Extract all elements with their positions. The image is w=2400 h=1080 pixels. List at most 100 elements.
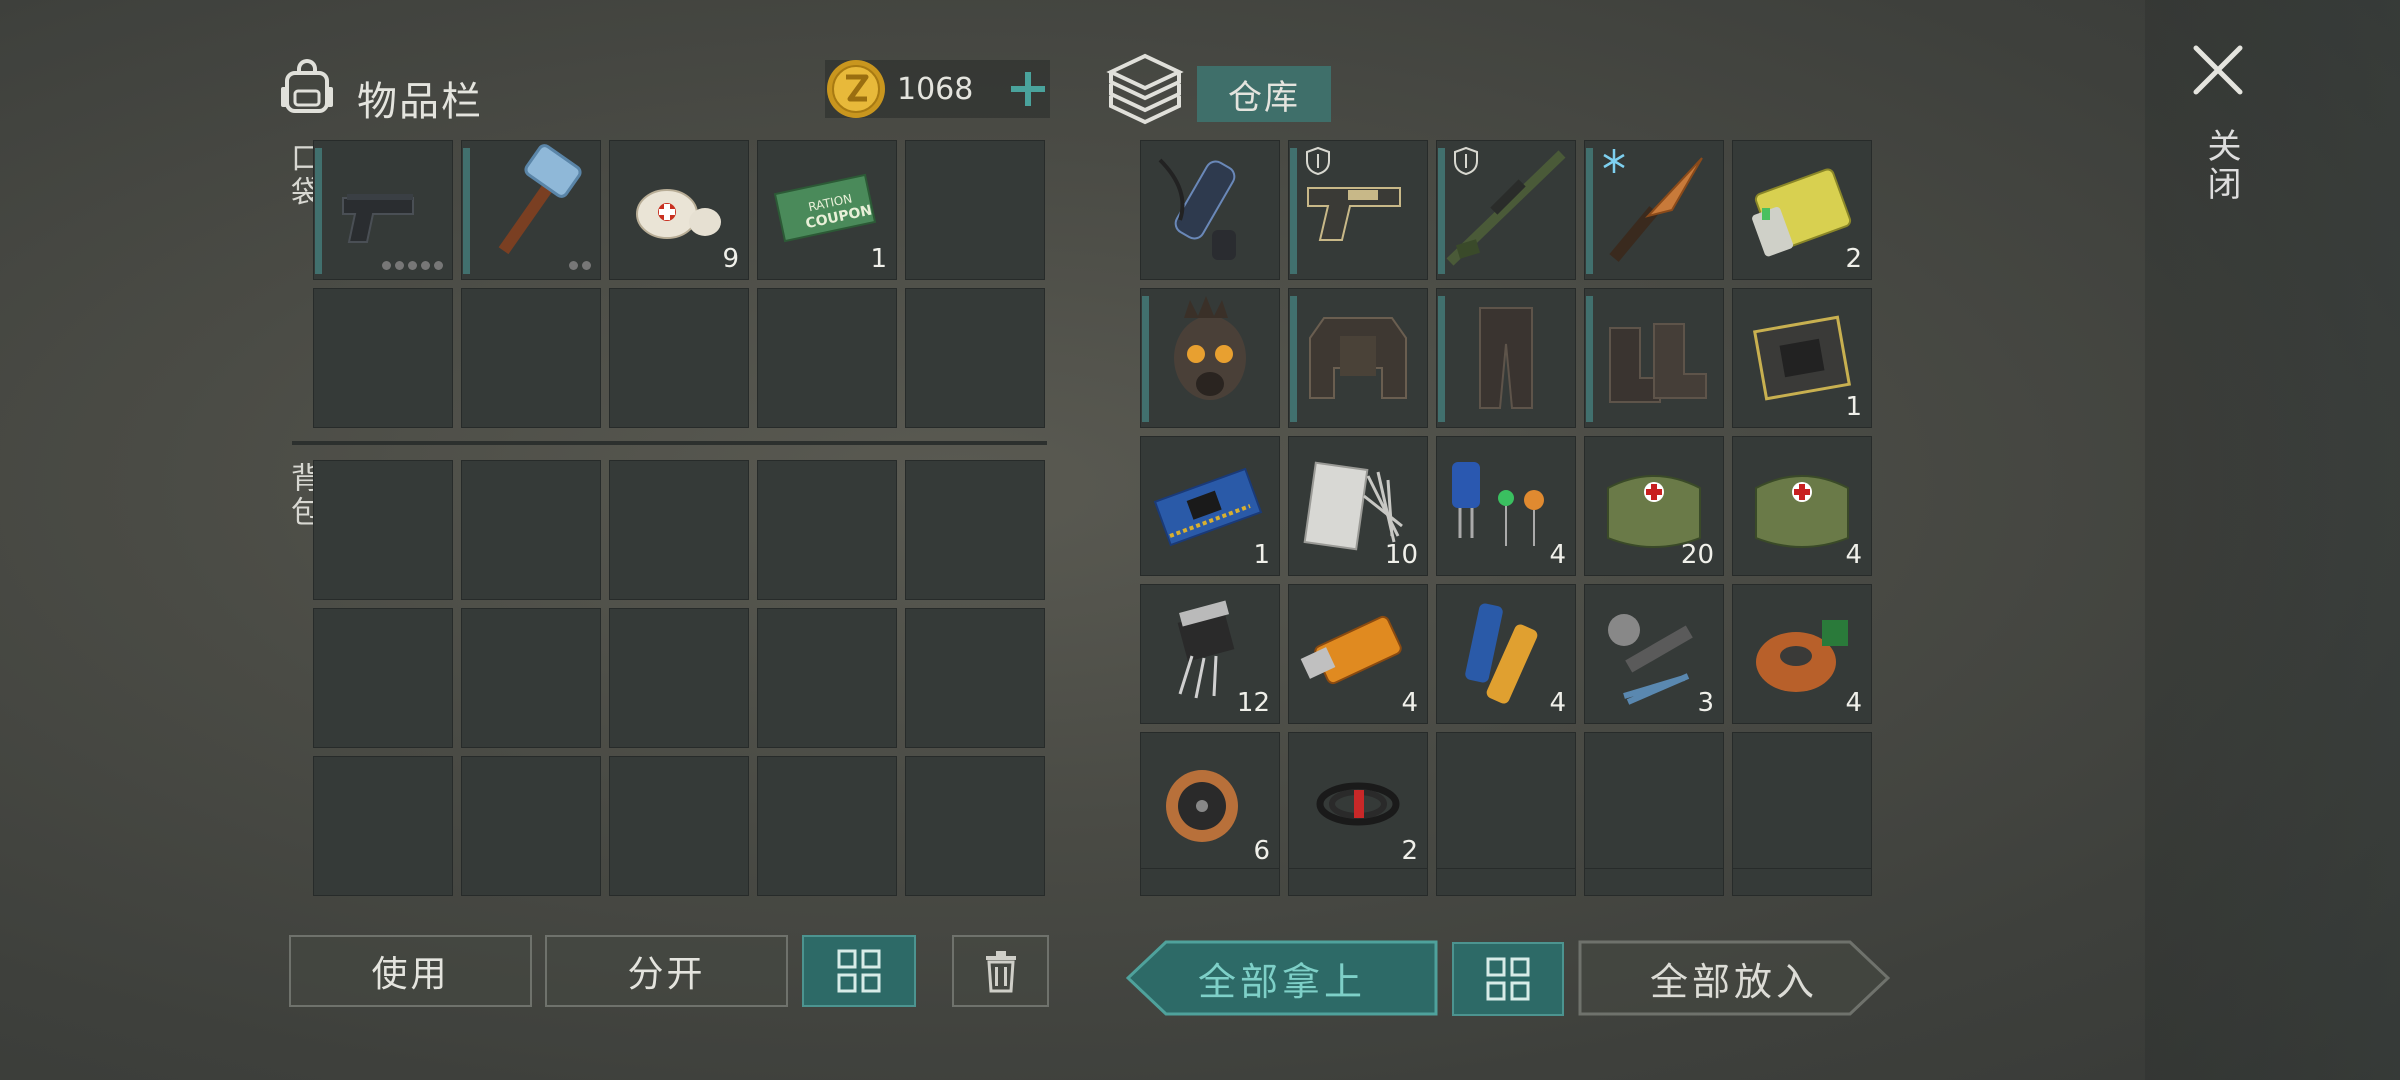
warehouse-slot[interactable]: 20 (1584, 436, 1724, 576)
warehouse-slot[interactable]: 4 (1436, 436, 1576, 576)
warehouse-sort-button[interactable] (1452, 942, 1564, 1016)
pocket-slot[interactable]: 9 (609, 140, 749, 280)
pocket-slot[interactable] (313, 288, 453, 428)
warehouse-slot[interactable]: 1 (1140, 436, 1280, 576)
pocket-slot[interactable] (461, 140, 601, 280)
warehouse-tab[interactable]: 仓库 (1197, 66, 1331, 122)
warehouse-grid-overflow (1140, 868, 1872, 896)
gas-mask-helmet-icon (1174, 296, 1246, 400)
take-all-label: 全部拿上 (1197, 959, 1366, 1004)
pocket-slot[interactable] (609, 288, 749, 428)
warehouse-slot[interactable] (1140, 140, 1280, 280)
armor-vest-icon (1309, 317, 1407, 399)
warehouse-box-icon (1106, 53, 1184, 125)
warehouse-slot[interactable]: 2 (1288, 732, 1428, 872)
warehouse-slot[interactable]: 6 (1140, 732, 1280, 872)
backpack-slot[interactable] (313, 608, 453, 748)
backpack-slot[interactable] (905, 608, 1045, 748)
backpack-slot[interactable] (905, 756, 1045, 896)
warehouse-slot[interactable]: 4 (1436, 584, 1576, 724)
shield-badge-icon (1306, 146, 1330, 176)
item-quantity: 4 (1549, 688, 1566, 718)
item-quantity: 20 (1680, 540, 1714, 570)
item-quantity: 2 (1845, 244, 1862, 274)
put-all-label: 全部放入 (1649, 959, 1818, 1004)
take-all-button[interactable]: 全部拿上 (1126, 940, 1438, 1016)
warehouse-slot[interactable]: 10 (1288, 436, 1428, 576)
item-quantity: 6 (1253, 836, 1270, 866)
backpack-slot[interactable] (757, 460, 897, 600)
warehouse-slot-partial (1732, 868, 1872, 896)
item-quantity: 4 (1401, 688, 1418, 718)
warehouse-slot[interactable] (1436, 140, 1576, 280)
put-all-button[interactable]: 全部放入 (1578, 940, 1890, 1016)
backpack-icon (281, 59, 333, 113)
upgrade-dot (408, 261, 417, 270)
discard-button[interactable] (952, 935, 1049, 1007)
upgrade-dots (382, 261, 443, 270)
backpack-slot[interactable] (905, 460, 1045, 600)
coin-amount: 1068 (897, 72, 974, 107)
backpack-slot[interactable] (609, 608, 749, 748)
warehouse-slot[interactable]: 12 (1140, 584, 1280, 724)
warehouse-slot[interactable] (1584, 732, 1724, 872)
warehouse-slot[interactable]: 4 (1288, 584, 1428, 724)
item-quantity: 1 (870, 244, 887, 274)
inventory-sort-button[interactable] (802, 935, 916, 1007)
backpack-slot[interactable] (313, 460, 453, 600)
warehouse-slot[interactable] (1140, 288, 1280, 428)
warehouse-slot[interactable] (1436, 288, 1576, 428)
pocket-slot[interactable] (905, 288, 1045, 428)
pistol-icon (342, 194, 414, 243)
warehouse-slot[interactable] (1584, 140, 1724, 280)
backpack-slot[interactable] (609, 756, 749, 896)
close-icon[interactable] (2190, 42, 2246, 98)
backpack-slot[interactable] (461, 460, 601, 600)
backpack-slot[interactable] (609, 460, 749, 600)
item-quantity: 4 (1845, 688, 1862, 718)
backpack-slot[interactable] (313, 756, 453, 896)
pocket-slot[interactable] (905, 140, 1045, 280)
frost-badge-icon (1603, 149, 1625, 173)
upgrade-dot (395, 261, 404, 270)
currency-display: 1068 (825, 60, 1050, 118)
add-coins-button[interactable] (1005, 64, 1051, 114)
backpack-grid (313, 460, 1045, 896)
pocket-slot[interactable] (461, 288, 601, 428)
upgrade-dot (434, 261, 443, 270)
warehouse-slot[interactable]: 1 (1732, 288, 1872, 428)
item-quantity: 1 (1845, 392, 1862, 422)
item-quantity: 12 (1236, 688, 1270, 718)
warehouse-slot[interactable] (1288, 140, 1428, 280)
backpack-slot[interactable] (461, 608, 601, 748)
armor-boots-icon (1609, 323, 1707, 403)
item-quantity: 2 (1401, 836, 1418, 866)
item-quantity: 4 (1845, 540, 1862, 570)
warehouse-slot[interactable]: 4 (1732, 436, 1872, 576)
warehouse-slot[interactable] (1288, 288, 1428, 428)
item-quantity: 10 (1384, 540, 1418, 570)
pocket-slot[interactable] (757, 288, 897, 428)
item-quantity: 4 (1549, 540, 1566, 570)
split-button[interactable]: 分开 (545, 935, 788, 1007)
warehouse-slot[interactable] (1436, 732, 1576, 872)
backpack-slot[interactable] (757, 608, 897, 748)
warehouse-slot[interactable] (1584, 288, 1724, 428)
backpack-slot[interactable] (757, 756, 897, 896)
upgrade-dot (382, 261, 391, 270)
warehouse-slot[interactable]: 2 (1732, 140, 1872, 280)
warehouse-slot[interactable] (1732, 732, 1872, 872)
pocket-slot[interactable]: RATION COUPON 1 (757, 140, 897, 280)
close-label[interactable]: 关闭 (2197, 128, 2246, 204)
use-button[interactable]: 使用 (289, 935, 532, 1007)
warehouse-slot-partial (1140, 868, 1280, 896)
backpack-slot[interactable] (461, 756, 601, 896)
warehouse-slot[interactable]: 3 (1584, 584, 1724, 724)
warehouse-slot[interactable]: 4 (1732, 584, 1872, 724)
grid-sort-icon (1486, 957, 1530, 1001)
armor-pants-icon (1479, 307, 1533, 409)
pocket-grid: 9 RATION COUPON 1 (313, 140, 1045, 428)
section-divider (292, 441, 1047, 445)
upgrade-dot (421, 261, 430, 270)
pocket-slot[interactable] (313, 140, 453, 280)
